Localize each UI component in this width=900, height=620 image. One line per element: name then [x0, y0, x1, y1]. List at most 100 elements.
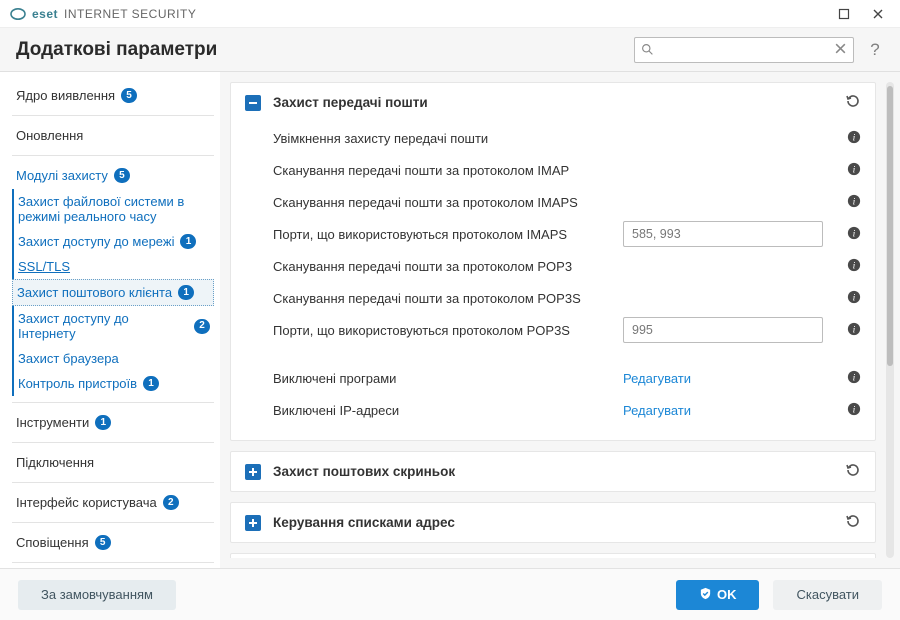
badge: 2 [163, 495, 179, 510]
badge: 1 [143, 376, 159, 391]
sidebar-item-label: Оновлення [16, 128, 83, 143]
expand-icon[interactable] [245, 464, 261, 480]
revert-button[interactable] [845, 513, 861, 532]
button-label: OK [717, 587, 737, 602]
sidebar-item-connection[interactable]: Підключення [12, 449, 214, 476]
revert-button[interactable] [845, 93, 861, 112]
sidebar-item-ui[interactable]: Інтерфейс користувача 2 [12, 489, 214, 516]
sidebar-item-label: Інструменти [16, 415, 89, 430]
ok-button[interactable]: OK [676, 580, 760, 610]
sidebar-item-updates[interactable]: Оновлення [12, 122, 214, 149]
panel-title: Керування списками адрес [273, 515, 455, 530]
sidebar-item-label: Захист доступу до мережі [18, 234, 174, 249]
titlebar: eset INTERNET SECURITY [0, 0, 900, 28]
search-icon [641, 43, 654, 56]
window-close-button[interactable] [866, 4, 890, 24]
svg-text:i: i [853, 228, 856, 239]
row-ports-pop3s: Порти, що використовуються протоколом PO… [273, 314, 861, 346]
sidebar-item-ssl-tls[interactable]: SSL/TLS [12, 254, 214, 279]
row-label: Сканування передачі пошти за протоколом … [273, 163, 613, 178]
row-label: Виключені програми [273, 371, 613, 386]
info-icon[interactable]: i [847, 130, 861, 147]
sidebar-item-device-control[interactable]: Контроль пристроїв1 [12, 371, 214, 396]
svg-text:i: i [853, 292, 856, 303]
sidebar-item-tools[interactable]: Інструменти1 [12, 409, 214, 436]
info-icon[interactable]: i [847, 258, 861, 275]
search-box[interactable] [634, 37, 854, 63]
row-label: Сканування передачі пошти за протоколом … [273, 195, 613, 210]
panel-mailbox-protection: Захист поштових скриньок [230, 451, 876, 492]
search-clear-button[interactable] [834, 42, 847, 58]
scrollbar[interactable] [886, 82, 894, 558]
sidebar-item-network-access[interactable]: Захист доступу до мережі 1 [12, 229, 214, 254]
svg-text:i: i [853, 164, 856, 175]
panel-header[interactable]: Керування списками адрес [231, 503, 875, 542]
sidebar-item-detection-core[interactable]: Ядро виявлення5 [12, 82, 214, 109]
badge: 5 [114, 168, 130, 183]
help-button[interactable]: ? [866, 41, 884, 59]
collapse-icon[interactable] [245, 95, 261, 111]
defaults-button[interactable]: За замовчуванням [18, 580, 176, 610]
row-label: Сканування передачі пошти за протоколом … [273, 259, 613, 274]
info-icon[interactable]: i [847, 162, 861, 179]
eset-logo-icon [10, 6, 26, 22]
cancel-button[interactable]: Скасувати [773, 580, 882, 610]
button-label: За замовчуванням [41, 587, 153, 602]
sidebar-item-label: Модулі захисту [16, 168, 108, 183]
expand-icon[interactable] [245, 515, 261, 531]
row-scan-pop3s: Сканування передачі пошти за протоколом … [273, 282, 861, 314]
panel-header[interactable]: Захист передачі пошти [231, 83, 875, 122]
svg-text:i: i [853, 196, 856, 207]
sidebar-item-mail-client[interactable]: Захист поштового клієнта 1 [12, 279, 214, 306]
divider [12, 442, 214, 443]
search-input[interactable] [654, 43, 834, 57]
product-text: INTERNET SECURITY [64, 7, 196, 21]
sidebar-item-label: Інтерфейс користувача [16, 495, 157, 510]
revert-button[interactable] [845, 462, 861, 481]
info-icon[interactable]: i [847, 290, 861, 307]
sidebar-item-realtime-fs[interactable]: Захист файлової системи в режимі реально… [12, 189, 214, 229]
badge: 1 [180, 234, 196, 249]
sidebar-item-internet-access[interactable]: Захист доступу до Інтернету2 [12, 306, 214, 346]
info-icon[interactable]: i [847, 194, 861, 211]
divider [12, 482, 214, 483]
sidebar-item-protection-modules[interactable]: Модулі захисту 5 [12, 162, 214, 189]
svg-text:i: i [853, 260, 856, 271]
window-maximize-button[interactable] [832, 4, 856, 24]
info-icon[interactable]: i [847, 370, 861, 387]
svg-text:i: i [853, 132, 856, 143]
row-label: Сканування передачі пошти за протоколом … [273, 291, 613, 306]
scrollbar-thumb[interactable] [887, 86, 893, 366]
panel-header[interactable]: Захист поштових скриньок [231, 452, 875, 491]
row-enable-mail-protection: Увімкнення захисту передачі пошти i [273, 122, 861, 154]
row-label: Порти, що використовуються протоколом PO… [273, 323, 613, 338]
info-icon[interactable]: i [847, 402, 861, 419]
edit-link[interactable]: Редагувати [623, 371, 691, 386]
sidebar-item-notifications[interactable]: Сповіщення5 [12, 529, 214, 556]
ports-imaps-input[interactable] [623, 221, 823, 247]
ports-pop3s-input[interactable] [623, 317, 823, 343]
header-bar: Додаткові параметри ? [0, 28, 900, 72]
sidebar-item-label: Захист поштового клієнта [17, 285, 172, 300]
row-excluded-ips: Виключені IP-адреси Редагувати i [273, 394, 861, 426]
edit-link[interactable]: Редагувати [623, 403, 691, 418]
sidebar-item-browser[interactable]: Захист браузера [12, 346, 214, 371]
badge: 1 [178, 285, 194, 300]
sidebar: Ядро виявлення5 Оновлення Модулі захисту… [0, 72, 220, 568]
sidebar-item-label: Сповіщення [16, 535, 89, 550]
divider [12, 402, 214, 403]
button-label: Скасувати [796, 587, 859, 602]
divider [12, 155, 214, 156]
divider [12, 562, 214, 563]
divider [12, 115, 214, 116]
row-scan-pop3: Сканування передачі пошти за протоколом … [273, 250, 861, 282]
brand-text: eset [32, 7, 58, 21]
row-label: Увімкнення захисту передачі пошти [273, 131, 613, 146]
panel-header[interactable]: ThreatSense [231, 554, 875, 558]
sidebar-item-label: SSL/TLS [18, 259, 70, 274]
svg-text:i: i [853, 404, 856, 415]
info-icon[interactable]: i [847, 322, 861, 339]
shield-icon [699, 587, 712, 603]
info-icon[interactable]: i [847, 226, 861, 243]
row-ports-imaps: Порти, що використовуються протоколом IM… [273, 218, 861, 250]
